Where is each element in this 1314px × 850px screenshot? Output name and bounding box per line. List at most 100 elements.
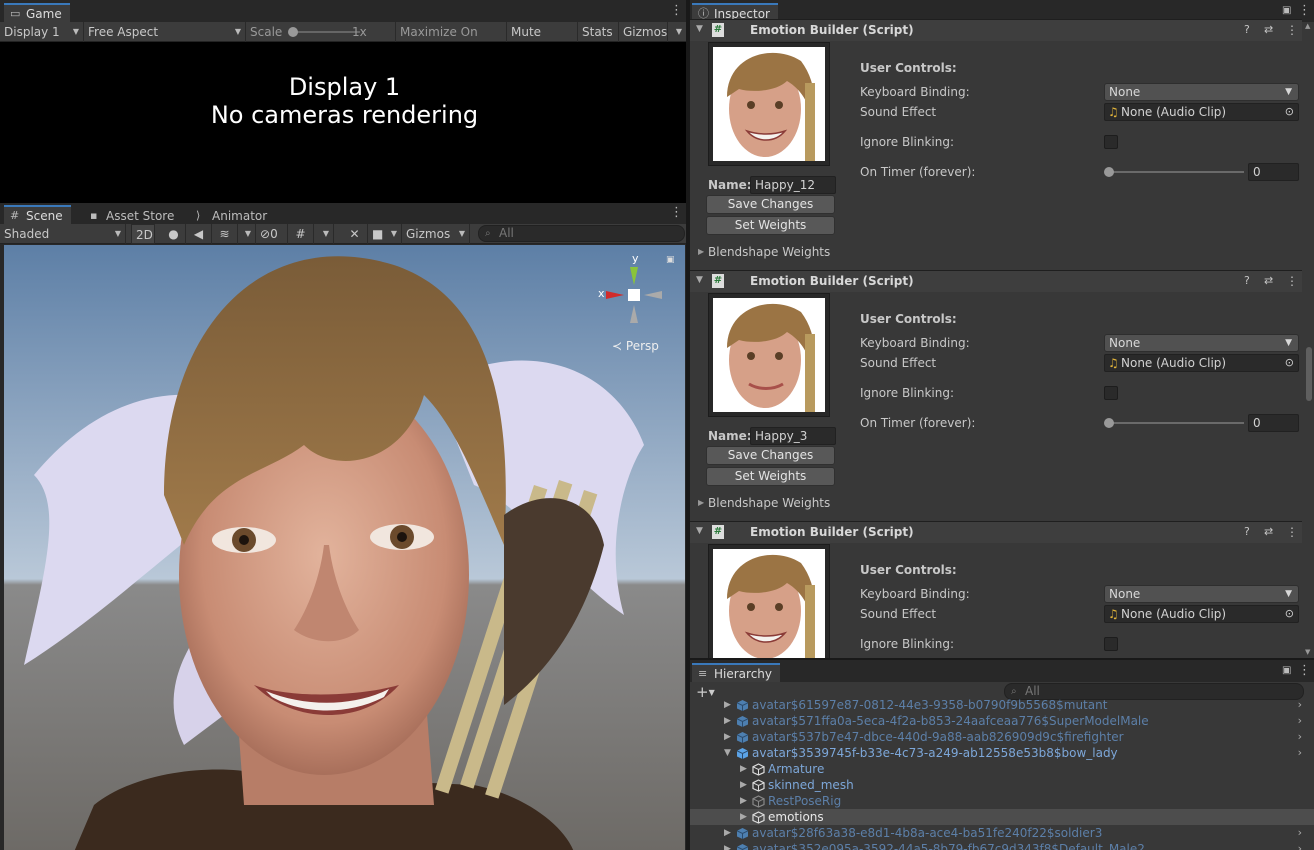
hierarchy-item[interactable]: ▶ avatar$28f63a38-e8d1-4b8a-ace4-ba51fe24… — [690, 825, 1314, 841]
scroll-down-icon[interactable]: ▼ — [1305, 648, 1310, 656]
expand-arrow-icon[interactable]: ▶ — [724, 841, 731, 850]
stats-toggle[interactable]: Stats — [578, 22, 619, 42]
blendshape-weights-foldout[interactable]: Blendshape Weights — [708, 496, 830, 510]
blendshape-foldout-icon[interactable]: ▶ — [698, 498, 704, 507]
name-input[interactable]: Happy_3 — [750, 427, 836, 445]
on-timer-slider-knob[interactable] — [1104, 167, 1114, 177]
gizmos-toggle[interactable]: Gizmos — [619, 22, 668, 42]
component-header[interactable]: ▼ # Emotion Builder (Script) ? ⇄ ⋮ — [690, 19, 1302, 41]
game-viewport[interactable]: Display 1 No cameras rendering — [4, 43, 685, 202]
hierarchy-item[interactable]: ▶ avatar$352e095a-3592-44a5-8b79-fb67c9d3… — [690, 841, 1314, 850]
inspector-scrollbar[interactable]: ▲ ▼ — [1304, 22, 1314, 658]
tab-asset-store[interactable]: ▪ Asset Store — [84, 205, 182, 224]
save-changes-button[interactable]: Save Changes — [706, 195, 835, 214]
mute-audio-toggle[interactable]: Mute Audio — [507, 22, 578, 59]
prefab-open-chevron-icon[interactable]: › — [1298, 825, 1302, 841]
set-weights-button[interactable]: Set Weights — [706, 467, 835, 486]
component-menu-icon[interactable]: ⋮ — [1286, 274, 1298, 288]
hierarchy-item[interactable]: ▼ avatar$3539745f-b33e-4c73-a249-ab12558e… — [690, 745, 1314, 761]
save-changes-button[interactable]: Save Changes — [706, 446, 835, 465]
scale-knob[interactable] — [288, 27, 298, 37]
tab-scene[interactable]: # Scene — [4, 205, 71, 224]
hierarchy-item[interactable]: ▶ Armature — [690, 761, 1314, 777]
tab-game[interactable]: ▭ Game — [4, 3, 70, 22]
persp-label[interactable]: ≺ Persp — [612, 339, 659, 353]
on-timer-value-input[interactable]: 0 — [1248, 414, 1299, 432]
prefab-open-chevron-icon[interactable]: › — [1298, 713, 1302, 729]
scroll-up-icon[interactable]: ▲ — [1305, 22, 1310, 30]
blendshape-weights-foldout[interactable]: Blendshape Weights — [708, 245, 830, 259]
foldout-arrow-icon[interactable]: ▼ — [696, 275, 703, 285]
shading-mode-dropdown[interactable]: Shaded ▼ — [0, 224, 126, 244]
expand-arrow-icon[interactable]: ▶ — [740, 793, 747, 809]
object-picker-icon[interactable]: ⊙ — [1285, 104, 1294, 120]
scene-gizmos-dropdown[interactable]: Gizmos ▼ — [402, 224, 470, 244]
help-icon[interactable]: ? — [1244, 274, 1250, 287]
expand-arrow-icon[interactable]: ▶ — [724, 697, 731, 713]
inspector-menu-icon[interactable]: ⋮ — [1298, 4, 1311, 18]
tab-animator[interactable]: ⟩ Animator — [190, 205, 275, 224]
sound-effect-field[interactable]: ♫ None (Audio Clip) ⊙ — [1104, 605, 1299, 623]
inspector-lock-icon[interactable]: ▣ — [1282, 4, 1291, 18]
tab-hierarchy[interactable]: ≡ Hierarchy — [692, 663, 781, 682]
tools-icon[interactable]: ✕ — [342, 224, 368, 244]
prefab-open-chevron-icon[interactable]: › — [1298, 697, 1302, 713]
orientation-gizmo[interactable]: y x ▣ — [594, 252, 675, 335]
expand-arrow-icon[interactable]: ▶ — [724, 825, 731, 841]
audio-toggle-icon[interactable]: ◀ — [186, 224, 212, 244]
hierarchy-item[interactable]: ▶ avatar$537b7e47-dbce-440d-9a88-aab82690… — [690, 729, 1314, 745]
grid-dropdown[interactable]: ▼ — [314, 224, 334, 244]
effects-toggle-icon[interactable]: ≋ — [212, 224, 238, 244]
prefab-open-chevron-icon[interactable]: › — [1298, 745, 1302, 761]
game-menu-icon[interactable]: ⋮ — [670, 4, 683, 18]
keyboard-binding-dropdown[interactable]: None ▼ — [1104, 83, 1299, 101]
name-input[interactable]: Happy_12 — [750, 176, 836, 194]
object-picker-icon[interactable]: ⊙ — [1285, 355, 1294, 371]
lighting-toggle-icon[interactable]: ● — [162, 224, 186, 244]
hierarchy-item[interactable]: ▶ avatar$571ffa0a-5eca-4f2a-b853-24aafcea… — [690, 713, 1314, 729]
ignore-blinking-checkbox[interactable] — [1104, 135, 1118, 149]
hierarchy-item[interactable]: ▶ avatar$61597e87-0812-44e3-9358-b0790f9b… — [690, 697, 1314, 713]
hierarchy-item[interactable]: ▶ emotions — [690, 809, 1314, 825]
help-icon[interactable]: ? — [1244, 525, 1250, 538]
scale-slider[interactable]: Scale 1x — [246, 22, 396, 42]
ignore-blinking-checkbox[interactable] — [1104, 386, 1118, 400]
keyboard-binding-dropdown[interactable]: None ▼ — [1104, 585, 1299, 603]
preset-icon[interactable]: ⇄ — [1264, 525, 1273, 538]
scene-viewport[interactable]: y x ▣ ≺ Persp — [4, 245, 685, 850]
on-timer-slider-knob[interactable] — [1104, 418, 1114, 428]
expand-arrow-icon[interactable]: ▶ — [740, 809, 747, 825]
sound-effect-field[interactable]: ♫ None (Audio Clip) ⊙ — [1104, 354, 1299, 372]
hierarchy-menu-icon[interactable]: ⋮ — [1298, 664, 1311, 678]
maximize-on-play-toggle[interactable]: Maximize On Play — [396, 22, 507, 59]
hierarchy-item[interactable]: ▶ RestPoseRig — [690, 793, 1314, 809]
expand-arrow-icon[interactable]: ▶ — [724, 713, 731, 729]
expand-arrow-icon[interactable]: ▶ — [724, 729, 731, 745]
keyboard-binding-dropdown[interactable]: None ▼ — [1104, 334, 1299, 352]
gizmos-dropdown[interactable]: ▼ — [668, 22, 686, 42]
foldout-arrow-icon[interactable]: ▼ — [696, 526, 703, 536]
grid-toggle-icon[interactable]: # — [288, 224, 314, 244]
sound-effect-field[interactable]: ♫ None (Audio Clip) ⊙ — [1104, 103, 1299, 121]
scene-menu-icon[interactable]: ⋮ — [670, 206, 683, 220]
aspect-dropdown[interactable]: Free Aspect ▼ — [84, 22, 246, 42]
foldout-arrow-icon[interactable]: ▼ — [696, 24, 703, 34]
ignore-blinking-checkbox[interactable] — [1104, 637, 1118, 651]
on-timer-slider-track[interactable] — [1108, 422, 1244, 424]
help-icon[interactable]: ? — [1244, 23, 1250, 36]
inspector-scrollbar-thumb[interactable] — [1306, 347, 1312, 401]
preset-icon[interactable]: ⇄ — [1264, 274, 1273, 287]
on-timer-value-input[interactable]: 0 — [1248, 163, 1299, 181]
blendshape-foldout-icon[interactable]: ▶ — [698, 247, 704, 256]
component-header[interactable]: ▼ # Emotion Builder (Script) ? ⇄ ⋮ — [690, 521, 1302, 543]
hierarchy-lock-icon[interactable]: ▣ — [1282, 664, 1291, 678]
set-weights-button[interactable]: Set Weights — [706, 216, 835, 235]
expand-arrow-icon[interactable]: ▶ — [740, 777, 747, 793]
camera-icon[interactable]: ■ ▼ — [368, 224, 402, 244]
object-picker-icon[interactable]: ⊙ — [1285, 606, 1294, 622]
component-header[interactable]: ▼ # Emotion Builder (Script) ? ⇄ ⋮ — [690, 270, 1302, 292]
component-menu-icon[interactable]: ⋮ — [1286, 23, 1298, 37]
expand-arrow-icon[interactable]: ▼ — [724, 745, 731, 761]
prefab-open-chevron-icon[interactable]: › — [1298, 841, 1302, 850]
component-menu-icon[interactable]: ⋮ — [1286, 525, 1298, 539]
